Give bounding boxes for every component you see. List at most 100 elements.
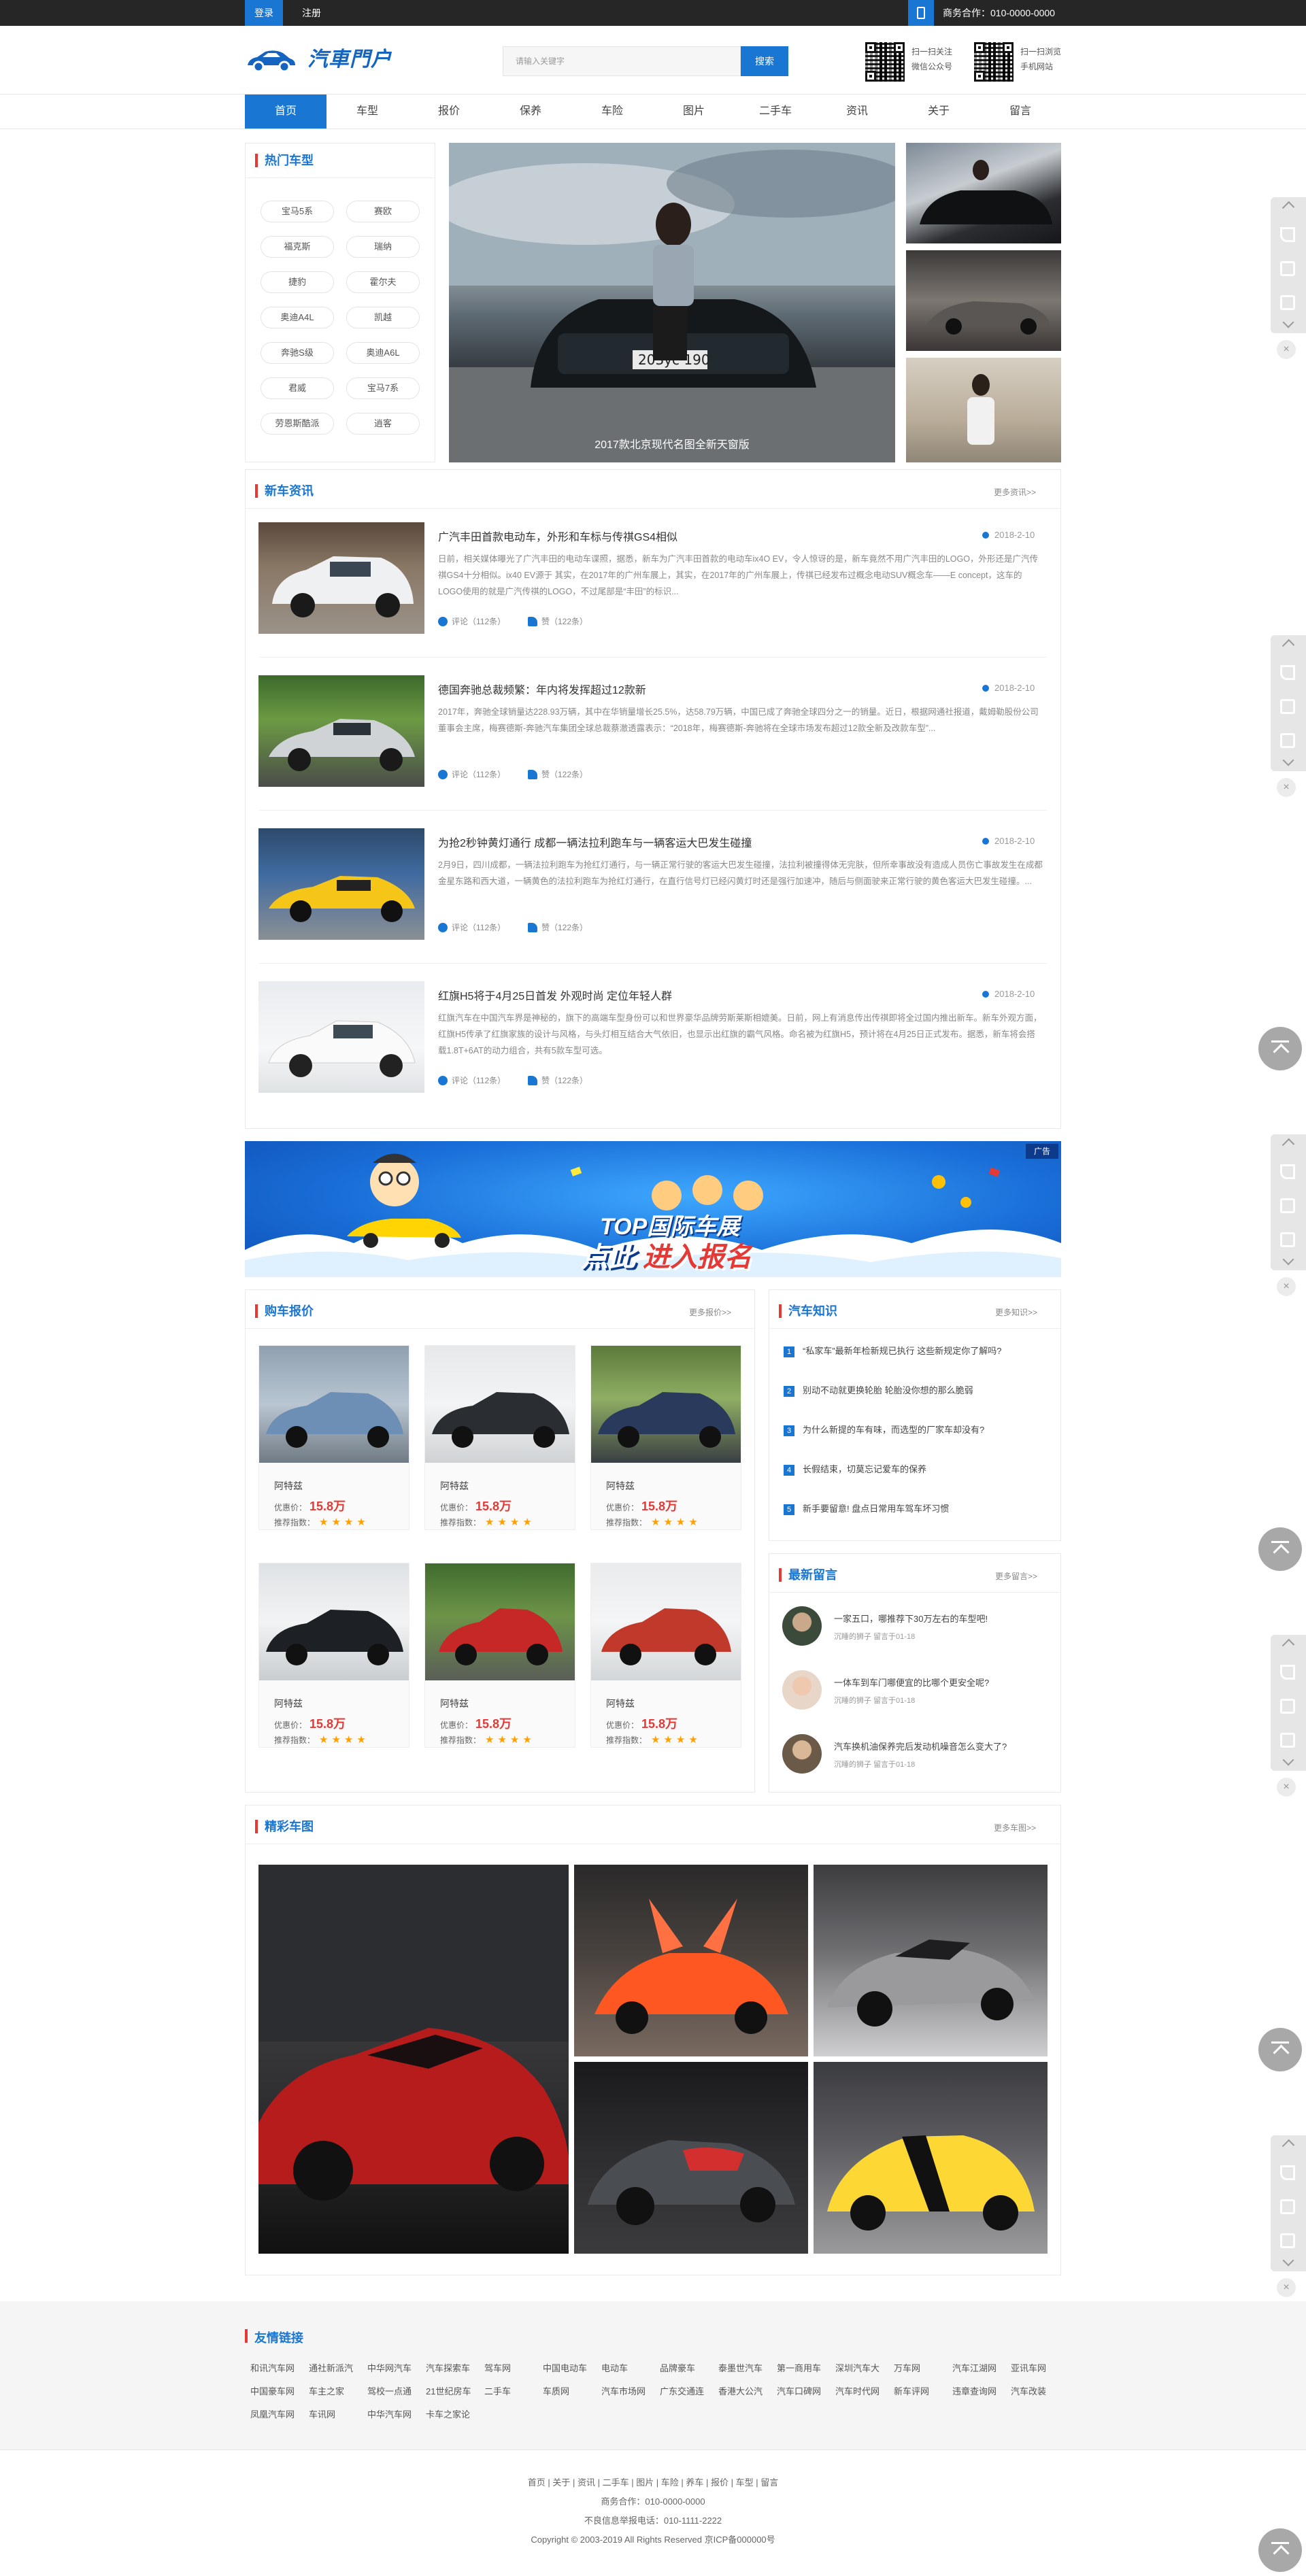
back-to-top-button[interactable] xyxy=(1258,1027,1302,1070)
friend-link[interactable]: 香港大公汽 xyxy=(718,2384,763,2397)
back-to-top-button[interactable] xyxy=(1258,2028,1302,2071)
friend-link[interactable]: 卡车之家论 xyxy=(426,2407,470,2420)
phone-icon[interactable] xyxy=(1280,665,1295,680)
nav-news[interactable]: 资讯 xyxy=(816,95,898,129)
friend-link[interactable]: 汽车探索车 xyxy=(426,2361,470,2374)
friend-link[interactable]: 车质网 xyxy=(543,2384,569,2397)
nav-messages[interactable]: 留言 xyxy=(980,95,1061,129)
chevron-down-icon[interactable] xyxy=(1282,1253,1294,1266)
nav-home[interactable]: 首页 xyxy=(245,95,326,129)
friend-link[interactable]: 广东交通连 xyxy=(660,2384,704,2397)
news-item-title[interactable]: 德国奔驰总裁频繁：年内将发挥超过12款新 xyxy=(438,681,646,697)
news-image[interactable] xyxy=(258,522,424,634)
model-tag[interactable]: 君威 xyxy=(261,377,334,399)
message-text[interactable]: 一家五口，哪推荐下30万左右的车型吧! xyxy=(834,1612,988,1625)
friend-link[interactable]: 品牌豪车 xyxy=(660,2361,695,2374)
close-icon[interactable]: × xyxy=(1277,2278,1296,2297)
back-to-top-button[interactable] xyxy=(1258,1527,1302,1571)
price-card[interactable]: 阿特兹 优惠价： 15.8万 推荐指数： ★★★★ xyxy=(590,1345,741,1530)
message-text[interactable]: 汽车换机油保养完后发动机噪音怎么变大了? xyxy=(834,1740,1007,1752)
phone-icon[interactable] xyxy=(1280,1665,1295,1680)
mail-icon[interactable] xyxy=(1280,295,1295,310)
friend-link[interactable]: 中华汽车网 xyxy=(367,2407,412,2420)
gallery-image[interactable] xyxy=(574,1865,808,2056)
edit-icon[interactable] xyxy=(1280,2199,1295,2214)
knowledge-item[interactable]: 4 长假结束，切莫忘记爱车的保养 xyxy=(784,1462,926,1476)
edit-icon[interactable] xyxy=(1280,1699,1295,1714)
model-tag[interactable]: 奔驰S级 xyxy=(261,342,334,364)
friend-link[interactable]: 21世纪房车 xyxy=(426,2384,471,2397)
message-text[interactable]: 一体车到车门哪便宜的比哪个更安全呢? xyxy=(834,1676,989,1689)
chevron-up-icon[interactable] xyxy=(1282,2139,1295,2152)
friend-link[interactable]: 驾校一点通 xyxy=(367,2384,412,2397)
friend-link[interactable]: 凤凰汽车网 xyxy=(250,2407,295,2420)
friend-link[interactable]: 新车评网 xyxy=(894,2384,929,2397)
news-comments[interactable]: 评论（112条） xyxy=(438,921,505,933)
news-item-title[interactable]: 红旗H5将于4月25日首发 外观时尚 定位年轻人群 xyxy=(438,987,672,1003)
phone-icon[interactable] xyxy=(1280,2165,1295,2180)
news-likes[interactable]: 赞（122条） xyxy=(528,615,588,627)
news-comments[interactable]: 评论（112条） xyxy=(438,768,505,780)
friend-link[interactable]: 汽车改装 xyxy=(1011,2384,1046,2397)
close-icon[interactable]: × xyxy=(1277,778,1296,797)
banner-thumb-1[interactable] xyxy=(906,143,1061,243)
model-tag[interactable]: 奥迪A6L xyxy=(346,342,420,364)
friend-link[interactable]: 汽车江湖网 xyxy=(952,2361,997,2374)
news-likes[interactable]: 赞（122条） xyxy=(528,921,588,933)
banner-thumb-2[interactable] xyxy=(906,250,1061,351)
back-to-top-button[interactable] xyxy=(1258,2528,1302,2572)
friend-link[interactable]: 第一商用车 xyxy=(777,2361,821,2374)
chevron-down-icon[interactable] xyxy=(1282,754,1294,766)
friend-link[interactable]: 车主之家 xyxy=(309,2384,344,2397)
knowledge-item[interactable]: 1 “私家车”最新年检新规已执行 这些新规定你了解吗? xyxy=(784,1344,1002,1357)
nav-prices[interactable]: 报价 xyxy=(408,95,490,129)
friend-link[interactable]: 通社新派汽 xyxy=(309,2361,353,2374)
knowledge-item[interactable]: 5 新手要留意! 盘点日常用车驾车坏习惯 xyxy=(784,1502,949,1515)
phone-icon[interactable] xyxy=(1280,227,1295,242)
site-logo[interactable]: 汽車門户 xyxy=(307,46,392,73)
news-item-title[interactable]: 为抢2秒钟黄灯通行 成都一辆法拉利跑车与一辆客运大巴发生碰撞 xyxy=(438,834,752,850)
knowledge-more-link[interactable]: 更多知识>> xyxy=(995,1306,1037,1318)
model-tag[interactable]: 凯越 xyxy=(346,307,420,328)
model-tag[interactable]: 宝马5系 xyxy=(261,201,334,222)
gallery-image-large[interactable] xyxy=(258,1865,569,2254)
chevron-up-icon[interactable] xyxy=(1282,1638,1295,1652)
banner-main-image[interactable]: 203ус 190 2017款北京现代名图全新天窗版 xyxy=(449,143,895,462)
mail-icon[interactable] xyxy=(1280,2233,1295,2248)
gallery-more-link[interactable]: 更多车图>> xyxy=(994,1822,1036,1833)
news-image[interactable] xyxy=(258,675,424,787)
close-icon[interactable]: × xyxy=(1277,1778,1296,1797)
price-more-link[interactable]: 更多报价>> xyxy=(689,1306,731,1318)
mail-icon[interactable] xyxy=(1280,1733,1295,1748)
friend-link[interactable]: 泰墨世汽车 xyxy=(718,2361,763,2374)
friend-link[interactable]: 汽车市场网 xyxy=(601,2384,646,2397)
mail-icon[interactable] xyxy=(1280,1232,1295,1247)
close-icon[interactable]: × xyxy=(1277,340,1296,359)
price-card[interactable]: 阿特兹 优惠价： 15.8万 推荐指数： ★★★★ xyxy=(424,1345,575,1530)
ad-banner[interactable]: TOP国际车展 点此 进入报名 广告 xyxy=(245,1141,1061,1277)
chevron-up-icon[interactable] xyxy=(1282,201,1295,214)
friend-link[interactable]: 中国电动车 xyxy=(543,2361,587,2374)
model-tag[interactable]: 捷豹 xyxy=(261,271,334,293)
model-tag[interactable]: 奥迪A4L xyxy=(261,307,334,328)
friend-link[interactable]: 汽车口碑网 xyxy=(777,2384,821,2397)
friend-link[interactable]: 万车网 xyxy=(894,2361,920,2374)
news-image[interactable] xyxy=(258,828,424,940)
chevron-down-icon[interactable] xyxy=(1282,2254,1294,2267)
search-button[interactable]: 搜索 xyxy=(741,46,788,76)
friend-link[interactable]: 中华网汽车 xyxy=(367,2361,412,2374)
nav-maintenance[interactable]: 保养 xyxy=(490,95,571,129)
news-likes[interactable]: 赞（122条） xyxy=(528,1074,588,1086)
model-tag[interactable]: 瑞纳 xyxy=(346,236,420,258)
news-item-title[interactable]: 广汽丰田首款电动车，外形和车标与传祺GS4相似 xyxy=(438,528,677,544)
banner-thumb-3[interactable] xyxy=(906,358,1061,462)
gallery-image[interactable] xyxy=(814,2062,1048,2254)
friend-link[interactable]: 深圳汽车大 xyxy=(835,2361,880,2374)
friend-link[interactable]: 二手车 xyxy=(484,2384,511,2397)
price-card[interactable]: 阿特兹 优惠价： 15.8万 推荐指数： ★★★★ xyxy=(590,1563,741,1748)
friend-link[interactable]: 车讯网 xyxy=(309,2407,335,2420)
nav-about[interactable]: 关于 xyxy=(898,95,980,129)
chevron-down-icon[interactable] xyxy=(1282,1754,1294,1766)
edit-icon[interactable] xyxy=(1280,699,1295,714)
phone-icon[interactable] xyxy=(1280,1164,1295,1179)
